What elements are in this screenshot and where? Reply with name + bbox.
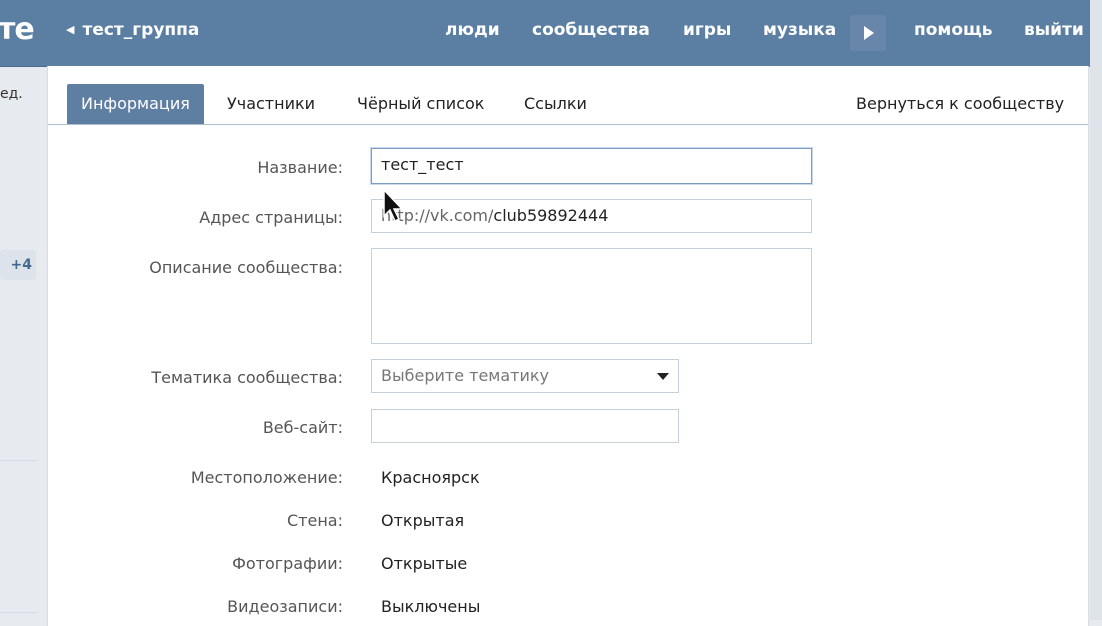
nav-music[interactable]: музыка <box>763 20 836 40</box>
website-label: Веб-сайт: <box>262 418 343 437</box>
nav-logout[interactable]: выйти <box>1024 20 1084 40</box>
tab-links[interactable]: Ссылки <box>510 84 601 124</box>
back-to-group-link[interactable]: ◀ тест_группа <box>66 20 199 40</box>
videos-label: Видеозаписи: <box>227 597 343 616</box>
back-arrow-icon: ◀ <box>66 23 75 36</box>
description-label: Описание сообщества: <box>149 258 343 277</box>
address-input-value: club59892444 <box>493 206 609 225</box>
photos-value[interactable]: Открытые <box>381 554 467 573</box>
wall-value[interactable]: Открытая <box>381 511 464 530</box>
tab-bar: Информация Участники Чёрный список Ссылк… <box>48 84 1088 125</box>
back-link-label: тест_группа <box>82 20 200 40</box>
location-label: Местоположение: <box>190 468 343 487</box>
top-bar: те ◀ тест_группа люди сообщества игры муз… <box>0 0 1102 67</box>
right-edge-strip <box>1090 0 1102 620</box>
nav-games[interactable]: игры <box>683 20 731 40</box>
tab-members[interactable]: Участники <box>213 84 329 124</box>
address-input[interactable]: http://vk.com/club59892444 <box>371 199 812 233</box>
topic-select-placeholder: Выберите тематику <box>381 366 550 385</box>
sidebar-fragment-text: ед. <box>0 86 23 102</box>
nav-people[interactable]: люди <box>445 20 500 40</box>
sidebar-divider <box>0 460 36 461</box>
main-panel: Информация Участники Чёрный список Ссылк… <box>47 66 1089 626</box>
address-label: Адрес страницы: <box>199 208 343 227</box>
topic-label: Тематика сообщества: <box>151 368 343 387</box>
return-to-community-link[interactable]: Вернуться к сообществу <box>842 84 1078 124</box>
videos-value[interactable]: Выключены <box>381 597 480 616</box>
photos-label: Фотографии: <box>232 554 343 573</box>
name-input-value: тест_тест <box>381 155 464 174</box>
location-value[interactable]: Красноярск <box>381 468 480 487</box>
wall-label: Стена: <box>287 511 343 530</box>
website-input[interactable] <box>371 409 679 443</box>
tab-info[interactable]: Информация <box>67 84 204 124</box>
tab-blacklist[interactable]: Чёрный список <box>343 84 498 124</box>
play-icon[interactable] <box>850 15 886 51</box>
chevron-down-icon <box>657 373 669 380</box>
sidebar-count-badge[interactable]: +4 <box>0 250 36 280</box>
name-label: Название: <box>257 158 343 177</box>
topic-select[interactable]: Выберите тематику <box>371 359 679 393</box>
nav-communities[interactable]: сообщества <box>532 20 650 40</box>
site-logo[interactable]: те <box>0 12 35 47</box>
sidebar-divider <box>0 612 36 613</box>
description-textarea[interactable] <box>371 248 812 344</box>
name-input[interactable]: тест_тест <box>371 148 812 184</box>
mouse-cursor-icon <box>383 188 404 223</box>
nav-help[interactable]: помощь <box>914 20 993 40</box>
